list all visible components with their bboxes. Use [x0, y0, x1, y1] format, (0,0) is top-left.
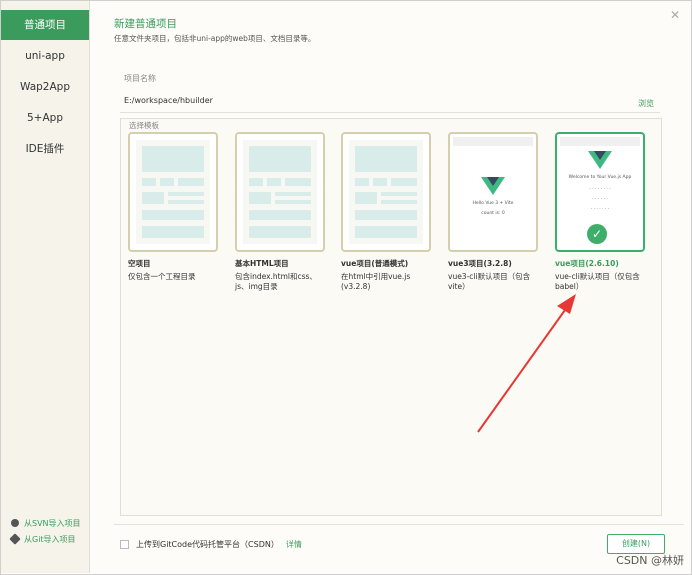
template-thumbnail: Hello Vue 3 + Vite count is: 0	[448, 132, 538, 252]
template-label: 选择模板	[127, 120, 161, 131]
browse-button[interactable]: 浏览	[638, 98, 654, 109]
template-thumbnail: Welcome to Your Vue.js App · · · · · · ·…	[555, 132, 645, 252]
project-path-input[interactable]: E:/workspace/hbuilder	[124, 96, 213, 105]
template-name: vue3项目(3.2.8)	[448, 259, 512, 268]
template-card-vue-normal[interactable]: vue项目(普通模式) 在html中引用vue.js (v3.2.8)	[341, 132, 431, 292]
template-desc: 在html中引用vue.js (v3.2.8)	[341, 272, 411, 291]
template-thumbnail	[128, 132, 218, 252]
watermark: CSDN @林妍	[616, 554, 684, 567]
sidebar-item-wap2app[interactable]: Wap2App	[1, 72, 89, 102]
selected-check-icon: ✓	[587, 224, 607, 244]
dialog-subtitle: 任意文件夹项目，包括非uni-app的web项目、文档目录等。	[114, 34, 316, 43]
template-desc: 包含index.html和css、js、img目录	[235, 272, 317, 291]
template-card-vue2[interactable]: Welcome to Your Vue.js App · · · · · · ·…	[555, 132, 645, 292]
sidebar-item-uni-app[interactable]: uni-app	[1, 41, 89, 71]
create-button[interactable]: 创建(N)	[607, 534, 665, 554]
template-name: 基本HTML项目	[235, 259, 289, 268]
template-thumbnail	[235, 132, 325, 252]
project-name-label: 项目名称	[124, 74, 156, 83]
template-desc: vue3-cli默认项目（包含vite）	[448, 272, 531, 291]
project-path-field[interactable]: E:/workspace/hbuilder 浏览	[120, 92, 660, 113]
import-svn-link[interactable]: 从SVN导入项目	[11, 515, 81, 531]
template-desc: 仅包含一个工程目录	[128, 272, 196, 281]
sidebar-item-5plus-app[interactable]: 5+App	[1, 103, 89, 133]
sidebar-item-ide-plugin[interactable]: IDE插件	[1, 134, 89, 164]
svn-icon	[11, 519, 19, 527]
template-thumbnail	[341, 132, 431, 252]
template-desc: vue-cli默认项目（仅包含babel）	[555, 272, 640, 291]
import-git-label: 从Git导入项目	[24, 534, 76, 544]
sidebar: 普通项目 uni-app Wap2App 5+App IDE插件 从SVN导入项…	[1, 1, 90, 573]
detail-link[interactable]: 详情	[286, 539, 302, 550]
upload-label: 上传到GitCode代码托管平台（CSDN）	[136, 540, 279, 549]
template-name: vue项目(2.6.10)	[555, 259, 619, 268]
upload-checkbox[interactable]	[120, 540, 129, 549]
close-icon[interactable]: ✕	[670, 8, 680, 22]
import-svn-label: 从SVN导入项目	[24, 518, 81, 528]
import-git-link[interactable]: 从Git导入项目	[9, 531, 81, 547]
sidebar-item-normal-project[interactable]: 普通项目	[1, 10, 89, 40]
footer-divider	[114, 524, 684, 525]
upload-option[interactable]: 上传到GitCode代码托管平台（CSDN） 详情	[120, 539, 302, 550]
template-name: 空项目	[128, 259, 151, 268]
template-card-basic-html[interactable]: 基本HTML项目 包含index.html和css、js、img目录	[235, 132, 325, 292]
template-card-empty[interactable]: 空项目 仅包含一个工程目录	[128, 132, 218, 282]
template-name: vue项目(普通模式)	[341, 259, 409, 268]
dialog-title: 新建普通项目	[114, 18, 177, 30]
git-icon	[9, 533, 21, 545]
template-panel: 选择模板 空项目 仅包含一个工程目录 基本HTML项目 包含index.html…	[120, 118, 662, 516]
template-card-vue3[interactable]: Hello Vue 3 + Vite count is: 0 vue3项目(3.…	[448, 132, 538, 292]
main-panel: 新建普通项目 任意文件夹项目，包括非uni-app的web项目、文档目录等。 ✕…	[90, 0, 690, 575]
